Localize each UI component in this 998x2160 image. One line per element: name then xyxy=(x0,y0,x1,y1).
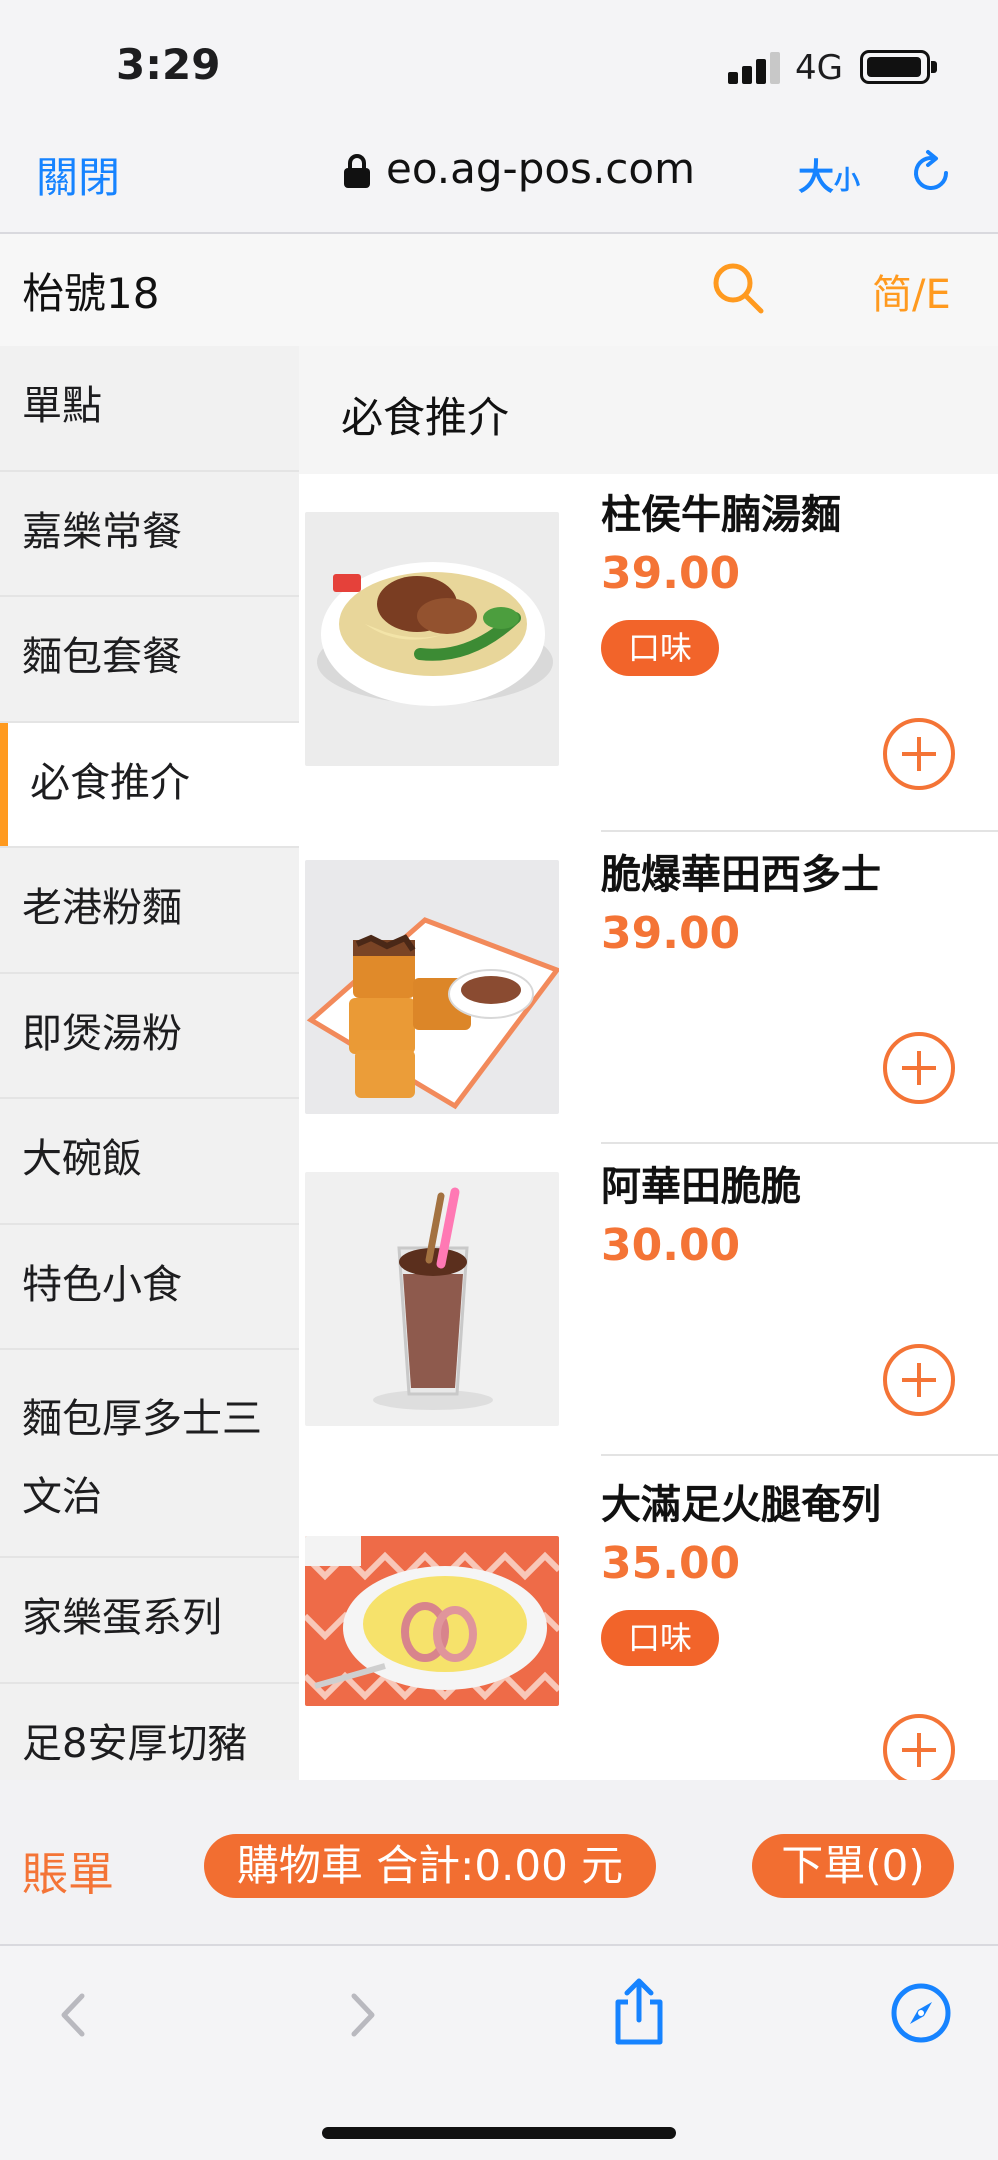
order-action-bar: 賬單 購物車 合計:0.00 元 下單(0) xyxy=(0,1780,998,1946)
product-image-ham-omelette[interactable] xyxy=(305,1536,559,1706)
store-header: 枱號18 简/E xyxy=(0,234,998,346)
category-sidebar: 單點 嘉樂常餐 麵包套餐 必食推介 老港粉麵 即煲湯粉 大碗飯 特色小食 麵包厚… xyxy=(0,346,299,1780)
product-card[interactable]: 大滿足火腿奄列 35.00 口味 xyxy=(299,1456,998,1780)
place-order-button[interactable]: 下單(0) xyxy=(752,1834,954,1898)
section-header: 必食推介 xyxy=(299,346,998,474)
forward-arrow-icon[interactable] xyxy=(328,1982,394,2048)
category-item[interactable]: 麵包套餐 xyxy=(0,597,299,723)
section-title: 必食推介 xyxy=(341,393,510,442)
home-indicator xyxy=(322,2127,676,2139)
flavor-option-button[interactable]: 口味 xyxy=(601,620,719,676)
back-arrow-icon[interactable] xyxy=(42,1982,108,2048)
product-price: 39.00 xyxy=(601,908,741,959)
table-number: 枱號18 xyxy=(22,269,160,318)
text-size-button[interactable]: 大小 xyxy=(798,148,860,200)
add-to-cart-button[interactable] xyxy=(883,718,955,790)
product-price: 30.00 xyxy=(601,1220,741,1271)
product-image-french-toast[interactable] xyxy=(305,860,559,1114)
compass-icon[interactable] xyxy=(888,1980,954,2046)
share-icon[interactable] xyxy=(606,1976,672,2048)
product-price: 35.00 xyxy=(601,1538,741,1589)
category-item[interactable]: 嘉樂常餐 xyxy=(0,471,299,597)
network-type: 4G xyxy=(795,48,843,88)
product-name: 大滿足火腿奄列 xyxy=(601,1482,881,1528)
signal-icon xyxy=(728,52,780,84)
battery-icon xyxy=(860,50,930,84)
flavor-option-button[interactable]: 口味 xyxy=(601,1610,719,1666)
battery-tip xyxy=(931,61,937,73)
app-screen: 3:29 4G 關閉 eo.ag-pos.com 大小 枱號18 简/E 單點 xyxy=(0,0,998,2160)
product-card[interactable]: 柱侯牛腩湯麵 39.00 口味 xyxy=(299,474,998,832)
category-item[interactable]: 即煲湯粉 xyxy=(0,973,299,1099)
product-price: 39.00 xyxy=(601,548,741,599)
category-item[interactable]: 單點 xyxy=(0,346,299,472)
category-item-selected[interactable]: 必食推介 xyxy=(0,722,299,848)
reload-icon[interactable] xyxy=(906,148,956,198)
product-card[interactable]: 脆爆華田西多士 39.00 xyxy=(299,832,998,1144)
browser-address-bar: 關閉 eo.ag-pos.com 大小 xyxy=(0,120,998,234)
status-time: 3:29 xyxy=(116,40,221,89)
bill-button[interactable]: 賬單 xyxy=(22,1838,114,1904)
language-toggle[interactable]: 简/E xyxy=(872,262,951,320)
product-name: 脆爆華田西多士 xyxy=(601,852,881,898)
category-item[interactable]: 麵包厚多士三文治 xyxy=(0,1350,299,1558)
category-item[interactable]: 特色小食 xyxy=(0,1224,299,1350)
category-item[interactable]: 家樂蛋系列 xyxy=(0,1558,299,1684)
product-card[interactable]: 阿華田脆脆 30.00 xyxy=(299,1144,998,1456)
cart-total-button[interactable]: 購物車 合計:0.00 元 xyxy=(204,1834,656,1898)
add-to-cart-button[interactable] xyxy=(883,1032,955,1104)
category-item[interactable]: 足8安厚切豬 xyxy=(0,1683,299,1780)
lock-icon xyxy=(344,154,370,188)
product-name: 柱侯牛腩湯麵 xyxy=(601,492,841,538)
search-icon[interactable] xyxy=(710,260,766,316)
url-field[interactable]: eo.ag-pos.com xyxy=(386,144,695,193)
category-item[interactable]: 大碗飯 xyxy=(0,1099,299,1225)
product-image-ovaltine-drink[interactable] xyxy=(305,1172,559,1426)
close-button[interactable]: 關閉 xyxy=(36,144,120,205)
add-to-cart-button[interactable] xyxy=(883,1714,955,1780)
product-image-beef-brisket-noodles[interactable] xyxy=(305,512,559,766)
product-name: 阿華田脆脆 xyxy=(601,1164,801,1210)
category-item[interactable]: 老港粉麵 xyxy=(0,848,299,974)
add-to-cart-button[interactable] xyxy=(883,1344,955,1416)
status-bar: 3:29 4G xyxy=(0,0,998,120)
product-list: 柱侯牛腩湯麵 39.00 口味 脆爆華田西多士 39.00 阿華田脆脆 30.0… xyxy=(299,474,998,1780)
